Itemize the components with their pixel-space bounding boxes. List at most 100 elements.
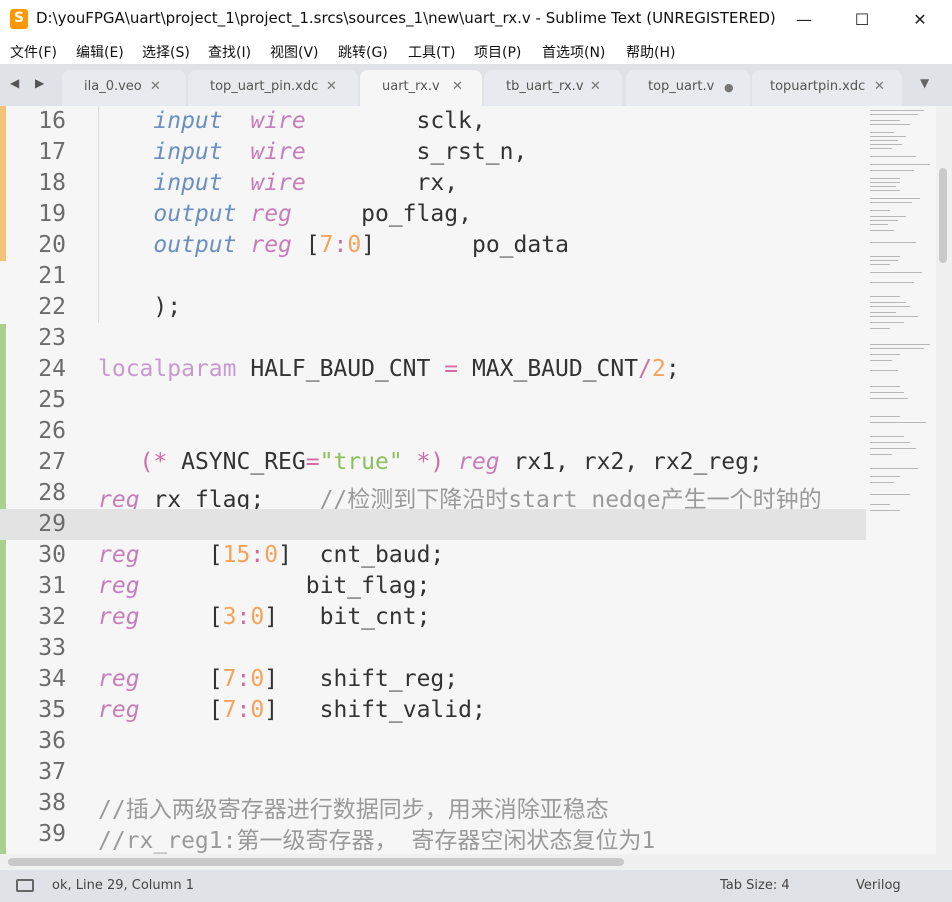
tab-label: top_uart.v (648, 79, 715, 94)
line-number: 38 (38, 790, 66, 816)
line-number: 32 (38, 604, 66, 630)
code-line[interactable]: 19 output reg po_flag, (0, 199, 870, 230)
line-number: 37 (38, 759, 66, 785)
code-line[interactable]: 23 (0, 323, 870, 354)
line-code: input wire s_rst_n, (153, 139, 528, 165)
code-line[interactable]: 30 reg [15:0] cnt_baud; (0, 540, 870, 571)
code-line[interactable]: 28 reg rx_flag; //检测到下降沿时start_nedge产生一个… (0, 478, 870, 513)
close-button[interactable]: ✕ (891, 0, 949, 38)
minimap[interactable] (866, 106, 936, 854)
line-number: 16 (38, 108, 66, 134)
line-number: 19 (38, 201, 66, 227)
line-number: 21 (38, 263, 66, 289)
code-line[interactable]: 18 input wire rx, (0, 168, 870, 199)
code-line[interactable]: 24 localparam HALF_BAUD_CNT = MAX_BAUD_C… (0, 354, 870, 385)
line-number: 31 (38, 573, 66, 599)
tab-uart-rx-v[interactable]: uart_rx.v ✕ (360, 70, 482, 106)
menu-view[interactable]: 视图(V) (270, 42, 319, 62)
panel-toggle-icon[interactable] (16, 879, 34, 892)
tab-topuartpin-xdc[interactable]: topuartpin.xdc ✕ (752, 70, 902, 106)
menu-edit[interactable]: 编辑(E) (76, 42, 124, 62)
line-number: 30 (38, 542, 66, 568)
menu-file[interactable]: 文件(F) (10, 42, 57, 62)
line-code: (* ASYNC_REG="true" *) reg rx1, rx2, rx2… (139, 449, 763, 475)
menu-project[interactable]: 项目(P) (474, 42, 521, 62)
tab-label: ila_0.veo (84, 79, 142, 94)
menu-goto[interactable]: 跳转(G) (338, 42, 388, 62)
line-code: input wire sclk, (153, 108, 486, 134)
close-tab-icon[interactable]: ✕ (590, 79, 601, 94)
line-number: 24 (38, 356, 66, 382)
line-number: 18 (38, 170, 66, 196)
menu-preferences[interactable]: 首选项(N) (542, 42, 605, 62)
tab-bar: ◀ ▶ ila_0.veo ✕ top_uart_pin.xdc ✕ uart_… (0, 64, 952, 106)
status-message: ok, Line 29, Column 1 (52, 878, 194, 893)
code-line[interactable]: 33 (0, 633, 870, 664)
code-line[interactable]: 21 (0, 261, 870, 292)
tab-label: topuartpin.xdc (770, 79, 866, 94)
horizontal-scroll-thumb[interactable] (8, 858, 624, 866)
line-code: localparam HALF_BAUD_CNT = MAX_BAUD_CNT/… (98, 356, 680, 382)
close-tab-icon[interactable]: ✕ (150, 79, 161, 94)
tab-tb-uart-rx-v[interactable]: tb_uart_rx.v ✕ (484, 70, 622, 106)
title-bar: D:\youFPGA\uart\project_1\project_1.srcs… (0, 0, 952, 38)
current-line[interactable]: 29 (0, 509, 870, 540)
code-line[interactable]: 35 reg [7:0] shift_valid; (0, 695, 870, 726)
code-line[interactable]: 34 reg [7:0] shift_reg; (0, 664, 870, 695)
code-line[interactable]: 16 input wire sclk, (0, 106, 870, 137)
code-line[interactable]: 38 //插入两级寄存器进行数据同步，用来消除亚稳态 (0, 788, 870, 823)
vertical-scrollbar[interactable] (936, 106, 952, 854)
tab-top-uart-v[interactable]: top_uart.v ● (626, 70, 750, 106)
tab-nav-arrows[interactable]: ◀ ▶ (10, 76, 50, 90)
code-line[interactable]: 37 (0, 757, 870, 788)
line-code: reg [15:0] cnt_baud; (98, 542, 445, 568)
line-number: 33 (38, 635, 66, 661)
code-line[interactable]: 22 ); (0, 292, 870, 323)
minimize-button[interactable]: — (775, 0, 833, 38)
line-number: 35 (38, 697, 66, 723)
tab-label: top_uart_pin.xdc (210, 79, 319, 94)
code-line[interactable]: 26 (0, 416, 870, 447)
code-line[interactable]: 20 output reg [7:0] po_data (0, 230, 870, 261)
code-line[interactable]: 31 reg bit_flag; (0, 571, 870, 602)
line-number: 28 (38, 480, 66, 506)
code-line[interactable]: 32 reg [3:0] bit_cnt; (0, 602, 870, 633)
line-code: output reg po_flag, (153, 201, 472, 227)
close-tab-icon[interactable]: ✕ (452, 79, 463, 94)
maximize-button[interactable]: ☐ (833, 0, 891, 38)
line-number: 20 (38, 232, 66, 258)
tab-size-indicator[interactable]: Tab Size: 4 (720, 878, 790, 893)
line-number: 17 (38, 139, 66, 165)
horizontal-scrollbar[interactable] (0, 854, 952, 870)
line-code: reg bit_flag; (98, 573, 431, 599)
close-tab-icon[interactable]: ✕ (326, 79, 337, 94)
close-tab-icon[interactable]: ✕ (874, 79, 885, 94)
editor-area[interactable]: 16 input wire sclk, 17 input wire s_rst_… (0, 106, 952, 854)
line-number: 25 (38, 387, 66, 413)
code-line[interactable]: 39 //rx_reg1:第一级寄存器， 寄存器空闲状态复位为1 (0, 819, 870, 854)
line-number: 29 (38, 511, 66, 537)
syntax-indicator[interactable]: Verilog (856, 878, 901, 893)
line-code: reg [3:0] bit_cnt; (98, 604, 431, 630)
vertical-scroll-thumb[interactable] (939, 168, 947, 263)
code-line[interactable]: 36 (0, 726, 870, 757)
line-code: output reg [7:0] po_data (153, 232, 569, 258)
menu-tools[interactable]: 工具(T) (408, 42, 455, 62)
code-line[interactable]: 27 (* ASYNC_REG="true" *) reg rx1, rx2, … (0, 447, 870, 478)
maximize-icon: ☐ (854, 9, 870, 29)
code-line[interactable]: 25 (0, 385, 870, 416)
line-number: 26 (38, 418, 66, 444)
line-code: input wire rx, (153, 170, 459, 196)
code-line[interactable]: 17 input wire s_rst_n, (0, 137, 870, 168)
menu-selection[interactable]: 选择(S) (142, 42, 190, 62)
menu-find[interactable]: 查找(I) (208, 42, 251, 62)
unsaved-dot-icon[interactable]: ● (724, 81, 734, 94)
line-number: 23 (38, 325, 66, 351)
tab-label: uart_rx.v (382, 79, 440, 94)
tab-ila-0-veo[interactable]: ila_0.veo ✕ (62, 70, 186, 106)
line-code: reg [7:0] shift_reg; (98, 666, 459, 692)
tab-overflow-icon[interactable]: ▼ (920, 76, 929, 90)
line-code: ); (153, 294, 182, 320)
tab-top-uart-pin-xdc[interactable]: top_uart_pin.xdc ✕ (188, 70, 358, 106)
menu-help[interactable]: 帮助(H) (626, 42, 675, 62)
